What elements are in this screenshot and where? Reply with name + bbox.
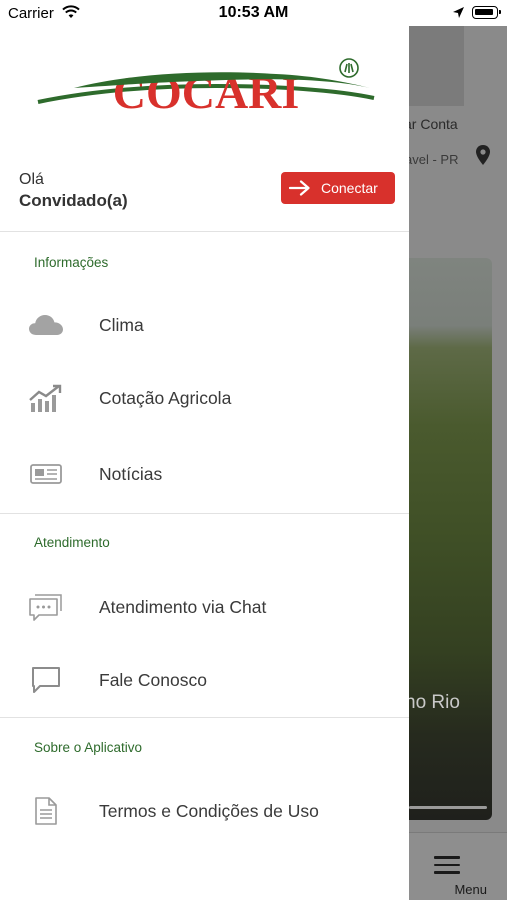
menu-item-noticias[interactable]: Notícias [0, 446, 409, 502]
menu-item-label: Notícias [99, 463, 163, 484]
menu-item-cotacao-agricola[interactable]: Cotação Agricola [0, 370, 409, 426]
menu-item-fale-conosco[interactable]: Fale Conosco [0, 652, 409, 708]
menu-item-clima[interactable]: Clima [0, 297, 409, 353]
background-photo-caption: no Rio [409, 692, 460, 713]
divider [0, 513, 409, 514]
divider [0, 231, 409, 232]
background-city-text: avel - PR [409, 152, 459, 167]
arrow-right-icon [289, 180, 310, 196]
background-tab-bar: Menu [409, 832, 507, 900]
background-account-text: sar Conta [409, 116, 458, 132]
document-icon [28, 796, 64, 826]
greeting-hello: Olá [19, 171, 44, 188]
battery-icon [472, 6, 501, 19]
menu-item-label: Termos e Condições de Uso [99, 800, 319, 821]
background-news-photo: no Rio [409, 258, 492, 820]
message-icon [28, 665, 64, 695]
newspaper-icon [28, 459, 64, 489]
menu-item-label: Cotação Agricola [99, 387, 232, 408]
section-title-informacoes: Informações [34, 255, 109, 270]
menu-tab-label: Menu [454, 882, 487, 897]
chart-up-icon [28, 383, 64, 413]
section-title-sobre-aplicativo: Sobre o Aplicativo [34, 740, 143, 755]
menu-item-termos-condicoes[interactable]: Termos e Condições de Uso [0, 783, 409, 839]
chat-bubbles-icon [28, 592, 64, 622]
menu-item-label: Atendimento via Chat [99, 596, 267, 617]
menu-item-atendimento-chat[interactable]: Atendimento via Chat [0, 579, 409, 635]
cloud-icon [28, 310, 64, 340]
navigation-drawer: COCARI Olá Convidado(a) Conectar Informa… [0, 26, 409, 900]
connect-button-label: Conectar [321, 180, 378, 196]
connect-button[interactable]: Conectar [281, 172, 395, 204]
background-app-overlay[interactable]: sar Conta avel - PR no Rio Menu [409, 26, 507, 900]
hamburger-menu-icon[interactable] [434, 856, 460, 874]
divider [0, 717, 409, 718]
greeting-username: Convidado(a) [19, 191, 128, 210]
background-card [409, 26, 464, 106]
location-pin-icon [476, 145, 490, 165]
status-time: 10:53 AM [218, 4, 289, 21]
menu-item-label: Fale Conosco [99, 669, 207, 690]
location-arrow-icon [453, 7, 464, 18]
cocari-logo: COCARI [37, 58, 375, 118]
status-bar: Carrier 10:53 AM [0, 0, 507, 26]
menu-item-label: Clima [99, 314, 144, 335]
section-title-atendimento: Atendimento [34, 535, 110, 550]
background-photo-progress [409, 806, 487, 809]
